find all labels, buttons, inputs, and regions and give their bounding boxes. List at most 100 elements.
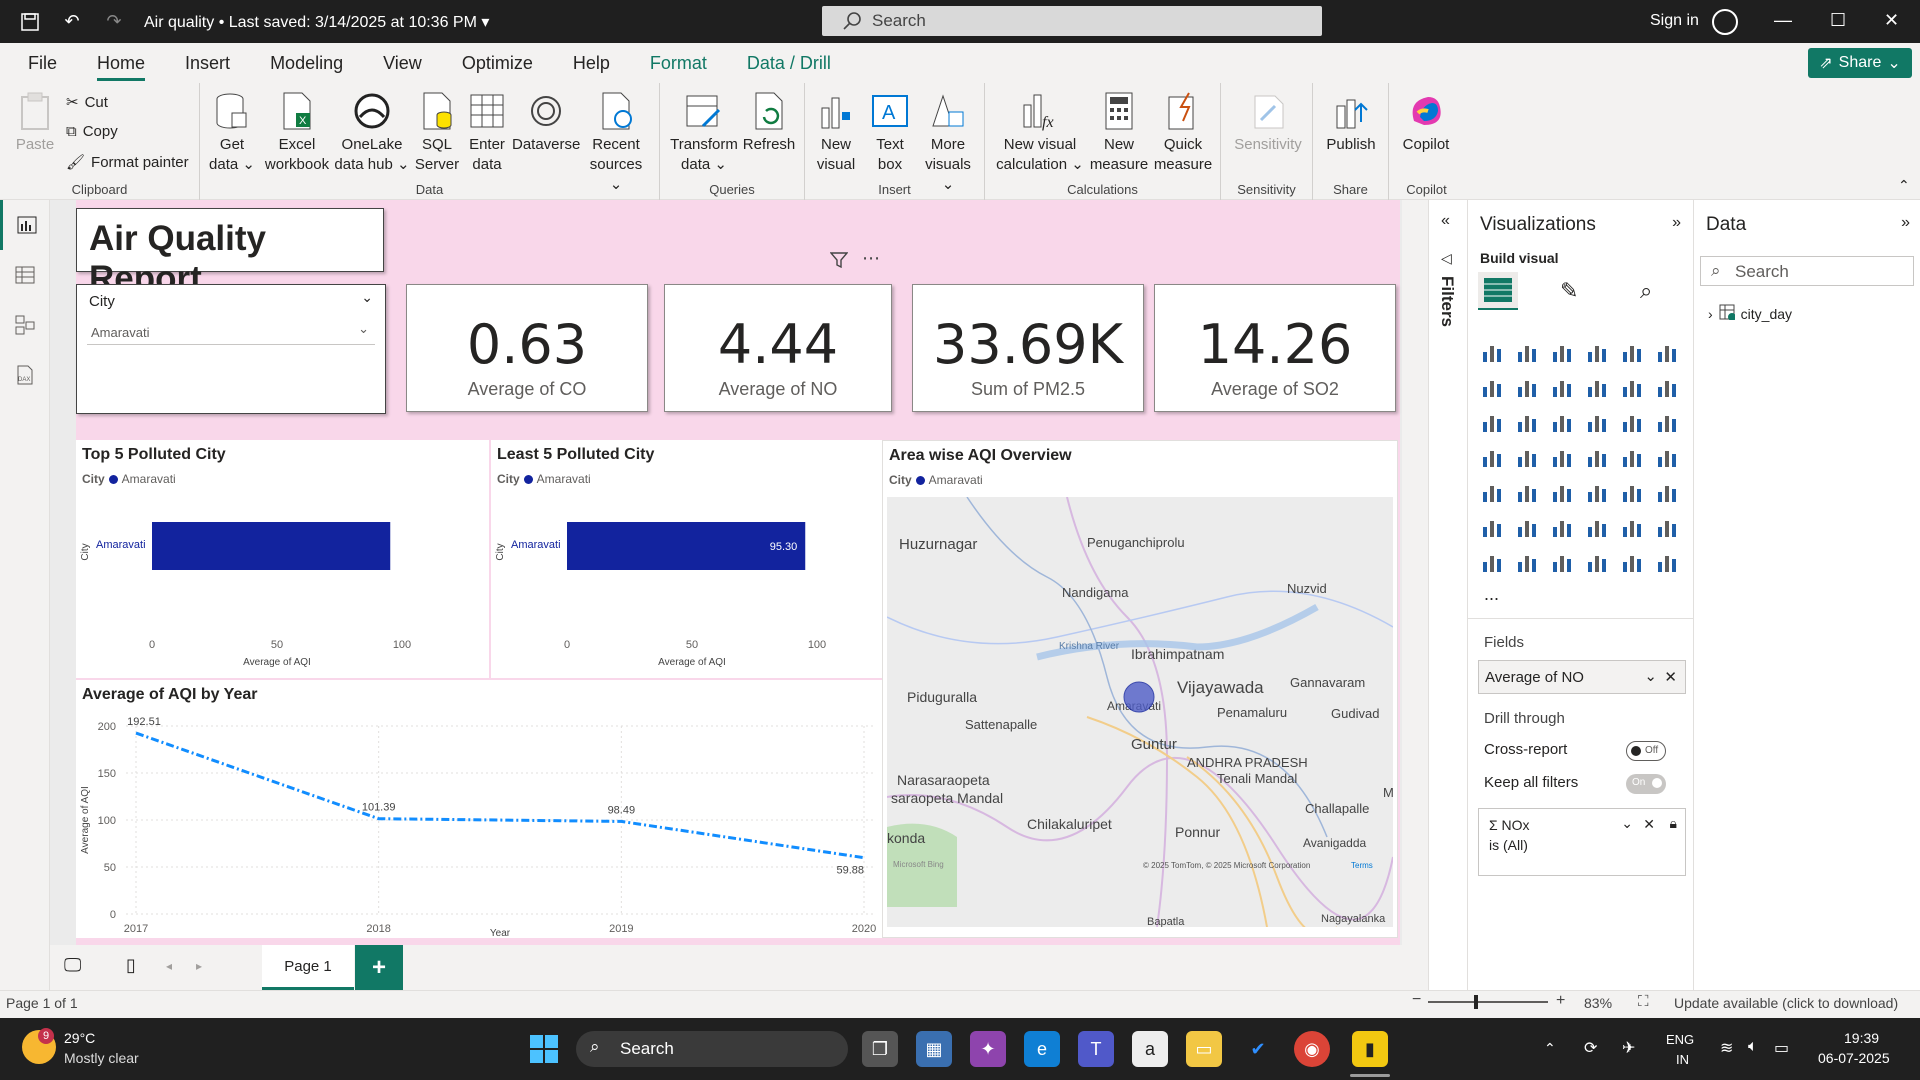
collapse-icon[interactable]: » <box>1901 214 1910 232</box>
build-visual-tab[interactable] <box>1478 272 1518 310</box>
kpi-card-so2[interactable]: 14.26 Average of SO2 <box>1154 284 1396 412</box>
aqi-map[interactable]: Area wise AQI Overview City Amaravati Huz… <box>882 440 1398 938</box>
kpi-card-co[interactable]: 0.63 Average of CO <box>406 284 648 412</box>
new-measure-button[interactable]: New measure <box>1089 91 1149 175</box>
fit-page-icon[interactable]: ⛶ <box>1638 993 1649 1010</box>
undo-icon[interactable]: ↶ <box>60 10 84 34</box>
signin-link[interactable]: Sign in <box>1650 12 1699 30</box>
todo-icon[interactable]: ✔ <box>1240 1031 1276 1067</box>
visual-type-icon[interactable] <box>1620 445 1644 469</box>
lock-icon[interactable]: 🔒︎ <box>1670 815 1677 832</box>
table-item-city-day[interactable]: › city_day <box>1708 304 1792 323</box>
visual-type-icon[interactable] <box>1515 375 1539 399</box>
volume-icon[interactable]: 🔈︎ <box>1748 1038 1758 1056</box>
visual-type-icon[interactable] <box>1655 515 1679 539</box>
paste-button[interactable]: Paste <box>10 91 60 155</box>
airplane-icon[interactable]: ✈ <box>1622 1038 1635 1058</box>
visual-type-icon[interactable] <box>1585 445 1609 469</box>
window-title[interactable]: Air quality • Last saved: 3/14/2025 at 1… <box>144 12 489 32</box>
city-slicer[interactable]: City ⌄ Amaravati ⌄ <box>76 284 386 414</box>
close-icon[interactable]: ✕ <box>1884 10 1899 31</box>
cross-report-toggle[interactable]: Off <box>1626 741 1666 761</box>
edge-icon[interactable]: e <box>1024 1031 1060 1067</box>
visual-type-icon[interactable] <box>1480 340 1504 364</box>
visual-type-icon[interactable] <box>1515 445 1539 469</box>
taskbar-search[interactable]: ⌕ Search <box>576 1031 848 1067</box>
filters-pane[interactable]: « ◁ Filters <box>1428 200 1468 990</box>
terms-link[interactable]: Terms <box>1351 861 1373 870</box>
tab-help[interactable]: Help <box>573 53 610 74</box>
visual-type-icon[interactable] <box>1655 340 1679 364</box>
share-button[interactable]: ⇗ Share ⌄ <box>1808 48 1912 78</box>
visual-type-icon[interactable] <box>1585 480 1609 504</box>
visual-type-icon[interactable] <box>1515 410 1539 434</box>
visual-type-icon[interactable] <box>1620 410 1644 434</box>
desktop-layout-icon[interactable]: 🖵 <box>64 955 81 976</box>
quick-measure-button[interactable]: Quick measure <box>1151 91 1215 175</box>
visual-type-icon[interactable] <box>1585 515 1609 539</box>
visual-type-icon[interactable] <box>1550 375 1574 399</box>
keep-filters-toggle[interactable]: On <box>1626 774 1666 794</box>
tab-modeling[interactable]: Modeling <box>270 53 343 74</box>
mobile-layout-icon[interactable]: ▯ <box>126 955 136 976</box>
tab-data-drill[interactable]: Data / Drill <box>747 53 831 74</box>
sql-button[interactable]: SQL Server <box>412 91 462 175</box>
visual-type-icon[interactable] <box>1620 480 1644 504</box>
teams-icon[interactable]: T <box>1078 1031 1114 1067</box>
visual-type-icon[interactable] <box>1585 410 1609 434</box>
copilot-app-icon[interactable]: ✦ <box>970 1031 1006 1067</box>
visual-type-icon[interactable] <box>1550 340 1574 364</box>
aqi-by-year-chart[interactable]: Average of AQI by Year 0 50 100 150 200 2017 2… <box>76 680 903 938</box>
file-explorer-icon[interactable]: ▭ <box>1186 1031 1222 1067</box>
visual-type-icon[interactable] <box>1480 410 1504 434</box>
visual-type-icon[interactable] <box>1550 480 1574 504</box>
visual-type-icon[interactable] <box>1550 445 1574 469</box>
refresh-button[interactable]: Refresh <box>742 91 796 155</box>
tab-file[interactable]: File <box>28 53 57 74</box>
visual-type-icon[interactable] <box>1585 375 1609 399</box>
avatar[interactable] <box>1712 9 1738 35</box>
more-visuals-button[interactable]: More visuals ⌄ <box>917 91 979 195</box>
collapse-icon[interactable]: » <box>1672 214 1681 232</box>
visual-type-icon[interactable] <box>1655 410 1679 434</box>
dataverse-button[interactable]: Dataverse <box>512 91 580 155</box>
next-page-icon[interactable]: ▸ <box>196 959 202 973</box>
page-tab-1[interactable]: Page 1 <box>262 945 354 990</box>
tab-format[interactable]: Format <box>650 53 707 74</box>
slicer-dropdown[interactable]: Amaravati ⌄ <box>87 319 375 345</box>
windows-start-icon[interactable] <box>526 1031 562 1067</box>
filter-icon[interactable] <box>829 252 849 273</box>
analytics-icon[interactable]: ⌕ <box>1640 278 1652 304</box>
save-icon[interactable] <box>18 10 42 34</box>
update-link[interactable]: Update available (click to download) <box>1674 995 1898 1011</box>
expand-icon[interactable]: « <box>1441 212 1450 230</box>
kpi-card-pm25[interactable]: 33.69K Sum of PM2.5 <box>912 284 1144 412</box>
sync-icon[interactable]: ⟳ <box>1584 1038 1597 1058</box>
visual-type-icon[interactable] <box>1620 515 1644 539</box>
least5-chart[interactable]: Least 5 Polluted City City Amaravati Amar… <box>491 440 903 678</box>
visual-type-icon[interactable] <box>1480 515 1504 539</box>
visual-type-icon[interactable] <box>1480 480 1504 504</box>
minimize-icon[interactable]: — <box>1774 10 1792 31</box>
visual-type-icon[interactable] <box>1550 550 1574 574</box>
zoom-out-icon[interactable]: − <box>1412 991 1421 1009</box>
sensitivity-button[interactable]: Sensitivity <box>1233 91 1303 155</box>
visual-type-icon[interactable] <box>1515 550 1539 574</box>
enter-data-button[interactable]: Enter data <box>464 91 510 175</box>
remove-icon[interactable]: ✕ <box>1664 668 1677 686</box>
amazon-icon[interactable]: a <box>1132 1031 1168 1067</box>
map-canvas[interactable]: Huzurnagar Penuganchiprolu Nandigama Nuz… <box>887 497 1393 927</box>
clock-date[interactable]: 06-07-2025 <box>1818 1050 1890 1066</box>
copilot-button[interactable]: Copilot <box>1397 91 1455 155</box>
more-options-icon[interactable]: ⋯ <box>862 248 881 269</box>
lang-region[interactable]: IN <box>1676 1052 1689 1067</box>
model-view-icon[interactable] <box>0 300 50 350</box>
tray-chevron-icon[interactable]: ⌃ <box>1544 1040 1556 1057</box>
redo-icon[interactable]: ↷ <box>102 10 126 34</box>
more-visuals-icon[interactable]: ... <box>1484 584 1499 605</box>
add-page-button[interactable]: + <box>355 945 403 990</box>
map-bubble-amaravati[interactable] <box>1123 681 1155 713</box>
new-visual-button[interactable]: New visual <box>811 91 861 175</box>
new-visual-calc-button[interactable]: fx New visual calculation ⌄ <box>995 91 1085 175</box>
visual-type-icon[interactable] <box>1620 550 1644 574</box>
